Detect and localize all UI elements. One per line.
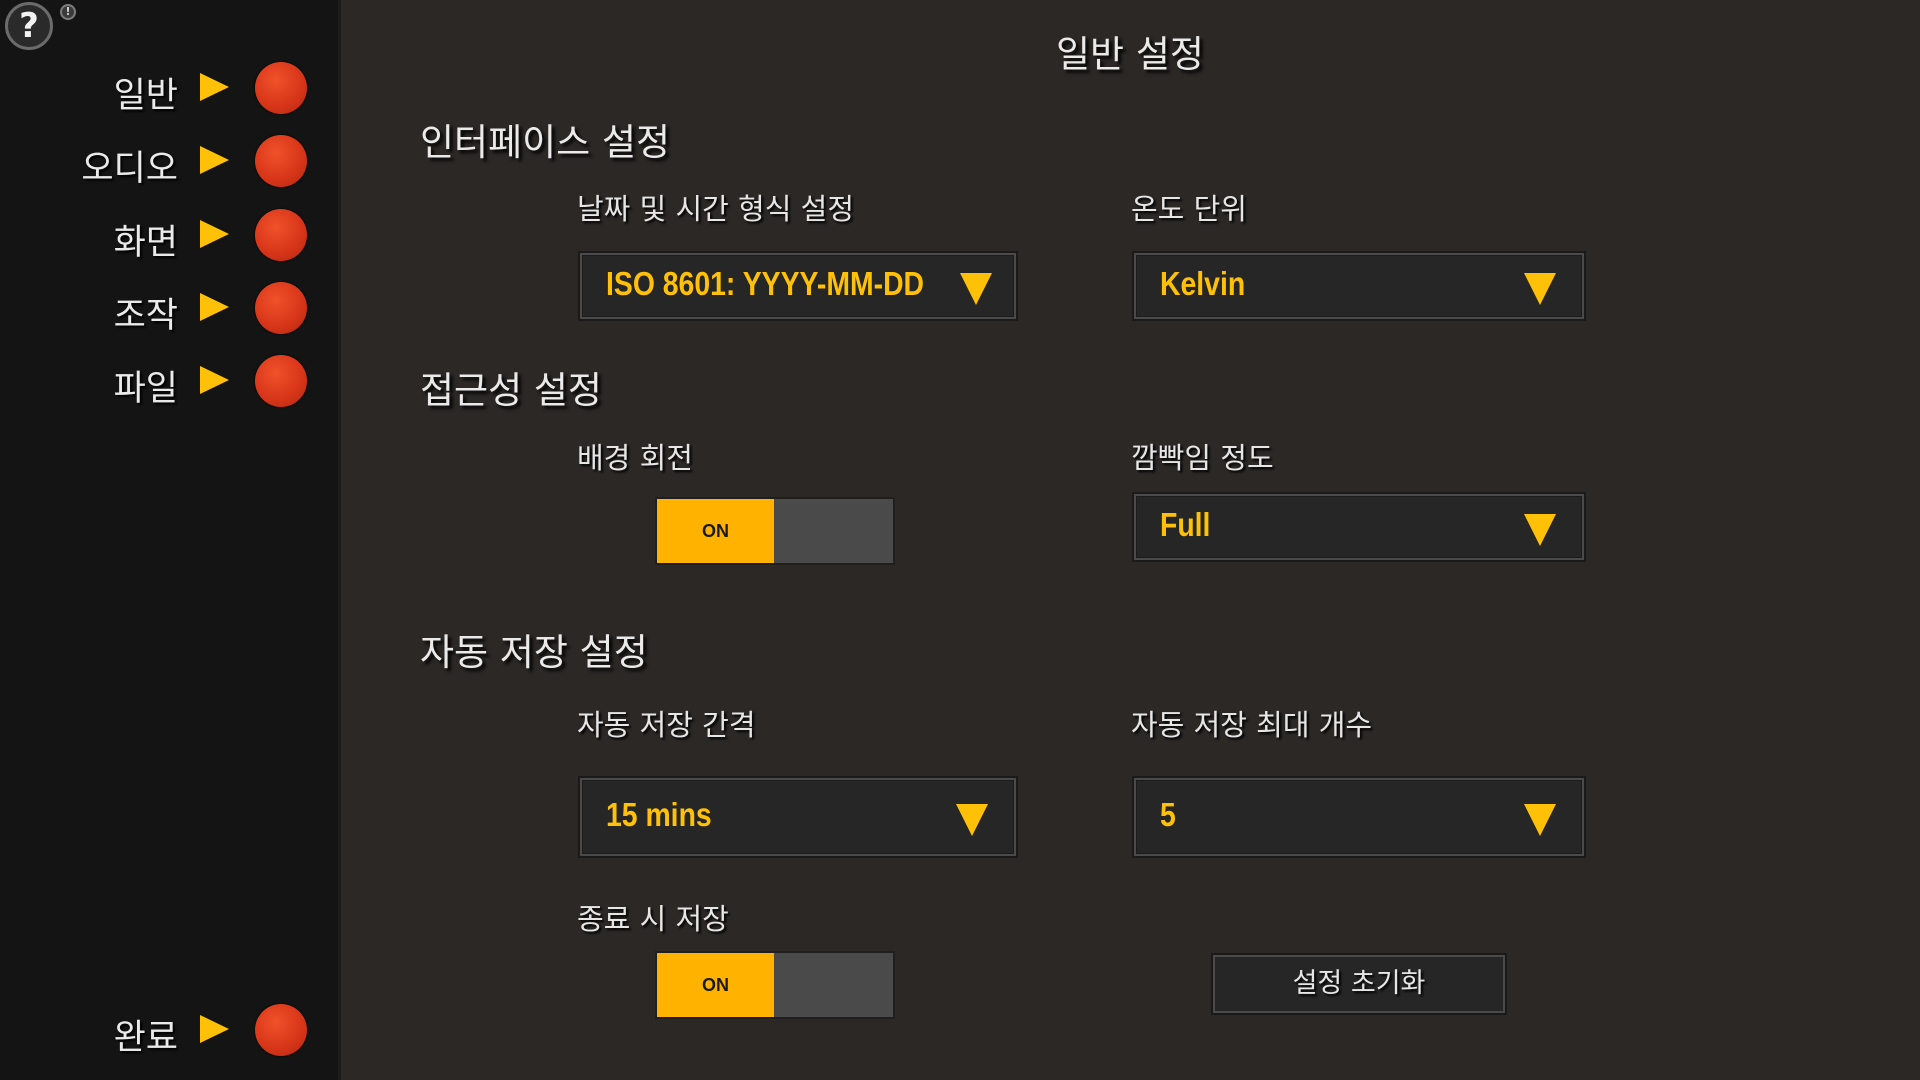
temperature-unit-label: 온도 단위 bbox=[1131, 192, 1247, 226]
sidebar-item-label: 파일 bbox=[113, 369, 178, 409]
section-heading-interface: 인터페이스 설정 bbox=[420, 121, 671, 164]
caret-down-icon bbox=[1524, 804, 1556, 836]
sidebar-item-label: 오디오 bbox=[81, 149, 178, 189]
arrow-right-icon bbox=[200, 220, 229, 248]
sidebar-item-general[interactable]: 일반 bbox=[0, 59, 338, 119]
dropdown-value: Full bbox=[1160, 506, 1211, 543]
date-format-dropdown[interactable]: ISO 8601: YYYY-MM-DD bbox=[580, 253, 1016, 319]
autosave-interval-label: 자동 저장 간격 bbox=[577, 708, 756, 742]
caret-down-icon bbox=[1524, 514, 1556, 546]
blink-level-dropdown[interactable]: Full bbox=[1134, 494, 1584, 560]
save-on-exit-label: 종료 시 저장 bbox=[577, 902, 729, 936]
arrow-right-icon bbox=[200, 73, 229, 101]
sidebar-item-files[interactable]: 파일 bbox=[0, 352, 338, 412]
help-icon[interactable]: ? bbox=[5, 2, 53, 50]
blink-level-label: 깜빡임 정도 bbox=[1131, 441, 1274, 475]
arrow-right-icon bbox=[200, 293, 229, 321]
toggle-on-label: ON bbox=[657, 499, 774, 563]
settings-screen: ? ! 일반 오디오 화면 조작 파일 완료 일반 설정 인터페이스 설정 날짜… bbox=[0, 0, 1920, 1080]
save-on-exit-toggle[interactable]: ON bbox=[657, 953, 893, 1017]
sidebar: ? ! 일반 오디오 화면 조작 파일 완료 bbox=[0, 0, 341, 1080]
sidebar-item-label: 일반 bbox=[113, 76, 178, 116]
status-dot-icon bbox=[255, 209, 307, 261]
arrow-right-icon bbox=[200, 146, 229, 174]
sidebar-item-display[interactable]: 화면 bbox=[0, 206, 338, 266]
caret-down-icon bbox=[1524, 273, 1556, 305]
dropdown-value: ISO 8601: YYYY-MM-DD bbox=[606, 265, 925, 302]
autosave-interval-dropdown[interactable]: 15 mins bbox=[580, 778, 1016, 856]
sidebar-item-controls[interactable]: 조작 bbox=[0, 279, 338, 339]
sidebar-item-audio[interactable]: 오디오 bbox=[0, 132, 338, 192]
sidebar-item-label: 화면 bbox=[113, 223, 178, 263]
status-dot-icon bbox=[255, 355, 307, 407]
section-heading-autosave: 자동 저장 설정 bbox=[420, 631, 648, 674]
background-rotation-toggle[interactable]: ON bbox=[657, 499, 893, 563]
arrow-right-icon bbox=[200, 366, 229, 394]
status-dot-icon bbox=[255, 282, 307, 334]
status-dot-icon bbox=[255, 135, 307, 187]
arrow-right-icon bbox=[200, 1015, 229, 1043]
temperature-unit-dropdown[interactable]: Kelvin bbox=[1134, 253, 1584, 319]
status-dot-icon bbox=[255, 1004, 307, 1056]
autosave-max-count-dropdown[interactable]: 5 bbox=[1134, 778, 1584, 856]
dropdown-value: Kelvin bbox=[1160, 265, 1246, 302]
alert-icon: ! bbox=[60, 4, 76, 20]
section-heading-accessibility: 접근성 설정 bbox=[420, 369, 602, 412]
page-title: 일반 설정 bbox=[1056, 33, 1204, 76]
background-rotation-label: 배경 회전 bbox=[577, 441, 693, 475]
caret-down-icon bbox=[956, 804, 988, 836]
autosave-max-count-label: 자동 저장 최대 개수 bbox=[1131, 708, 1373, 742]
sidebar-item-done[interactable]: 완료 bbox=[0, 1001, 338, 1061]
status-dot-icon bbox=[255, 62, 307, 114]
date-format-label: 날짜 및 시간 형식 설정 bbox=[577, 192, 854, 226]
sidebar-item-label: 조작 bbox=[113, 296, 178, 336]
dropdown-value: 5 bbox=[1160, 796, 1176, 833]
caret-down-icon bbox=[960, 273, 992, 305]
sidebar-item-label: 완료 bbox=[113, 1018, 178, 1058]
reset-settings-button[interactable]: 설정 초기화 bbox=[1213, 955, 1505, 1013]
dropdown-value: 15 mins bbox=[606, 796, 712, 833]
toggle-on-label: ON bbox=[657, 953, 774, 1017]
